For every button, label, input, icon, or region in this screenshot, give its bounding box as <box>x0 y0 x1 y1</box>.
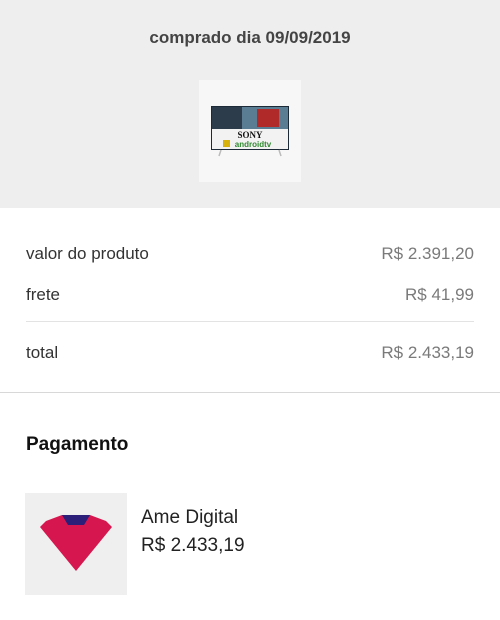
purchase-date: comprado dia 09/09/2019 <box>149 28 351 47</box>
product-thumbnail[interactable]: SONY androidtv <box>199 80 301 182</box>
product-value-amount: R$ 2.391,20 <box>381 244 474 263</box>
summary-row-shipping: frete R$ 41,99 <box>26 285 474 305</box>
order-header: comprado dia 09/09/2019 SONY androidtv <box>0 0 500 208</box>
summary-row-product-value: valor do produto R$ 2.391,20 <box>26 244 474 264</box>
summary-row-total: total R$ 2.433,19 <box>26 343 474 363</box>
total-amount: R$ 2.433,19 <box>381 343 474 362</box>
product-value-label: valor do produto <box>26 244 149 263</box>
payment-amount: R$ 2.433,19 <box>141 535 245 556</box>
total-label: total <box>26 343 59 362</box>
shipping-label: frete <box>26 285 61 304</box>
payment-section-title: Pagamento <box>26 434 129 455</box>
svg-text:androidtv: androidtv <box>235 140 272 149</box>
section-divider <box>0 392 500 393</box>
payment-method-name: Ame Digital <box>141 507 239 528</box>
svg-text:SONY: SONY <box>237 130 263 140</box>
ame-heart-icon <box>40 515 112 571</box>
summary-divider <box>26 321 474 322</box>
shipping-amount: R$ 41,99 <box>405 285 474 304</box>
payment-method-logo <box>25 493 127 595</box>
tv-product-image: SONY androidtv <box>211 106 289 157</box>
